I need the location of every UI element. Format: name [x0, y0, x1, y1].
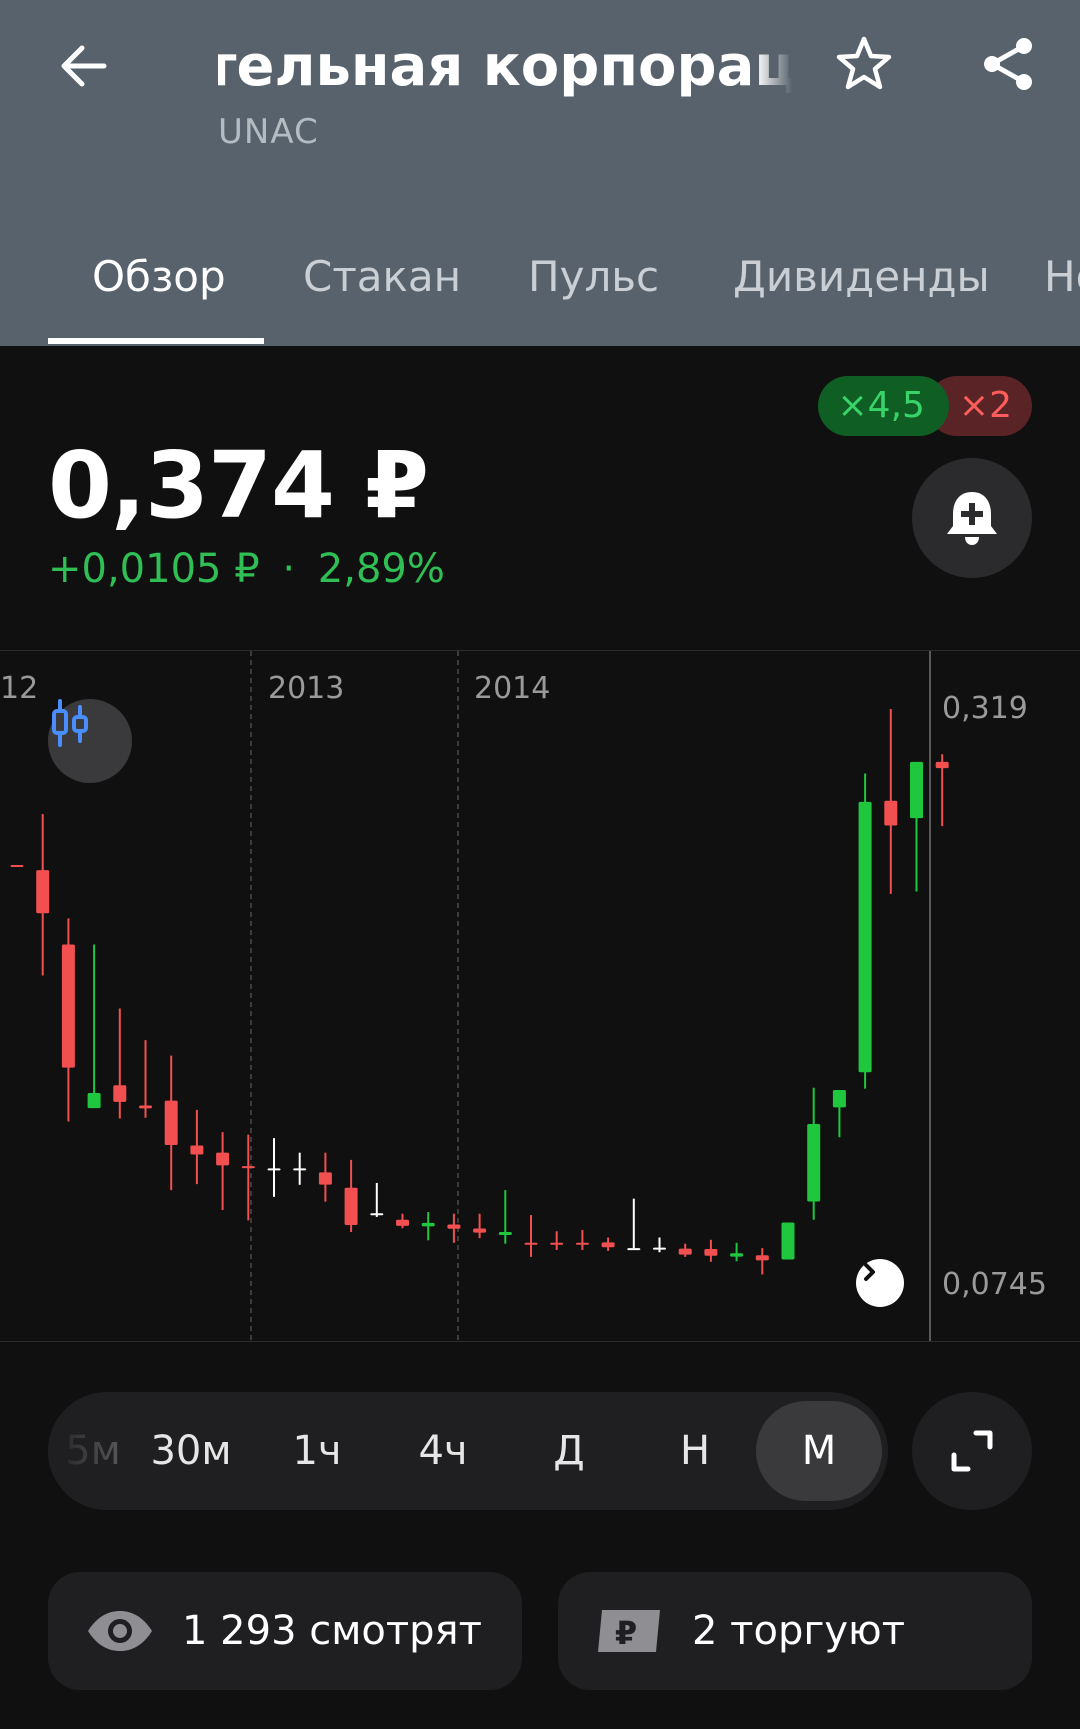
instrument-title-container: тельная корпорация	[218, 28, 792, 104]
candle-body	[781, 1222, 795, 1260]
instrument-title: тельная корпорация	[218, 34, 792, 99]
candle-body	[601, 1242, 615, 1248]
tab-overview[interactable]: Обзор	[92, 252, 226, 301]
candle-body	[858, 801, 872, 1073]
candle-body	[370, 1213, 384, 1216]
price-change-absolute: +0,0105 ₽	[48, 546, 260, 592]
candle-body	[190, 1145, 204, 1155]
candle-body	[678, 1248, 692, 1255]
candle-body	[807, 1124, 821, 1202]
interval-option[interactable]: 30м	[130, 1392, 252, 1510]
share-icon	[984, 38, 1032, 90]
candle-body	[216, 1152, 230, 1166]
interval-fade	[48, 1392, 128, 1510]
candle-body	[755, 1255, 769, 1261]
price-axis-min: 0,0745	[942, 1267, 1047, 1302]
candle-body	[935, 761, 949, 769]
favorite-button[interactable]	[828, 28, 900, 100]
watchers-card[interactable]: 1 293 смотрят	[48, 1572, 522, 1690]
candle-body	[550, 1242, 564, 1245]
tab-dividends[interactable]: Дивиденды	[733, 252, 990, 301]
candle-body	[267, 1168, 281, 1171]
tab-pulse[interactable]: Пульс	[528, 252, 659, 301]
candle-body	[344, 1187, 358, 1226]
traders-card[interactable]: ₽ 2 торгуют	[558, 1572, 1032, 1690]
add-price-alert-button[interactable]	[912, 458, 1032, 578]
candle-body	[87, 1093, 101, 1109]
x-axis-label: 12	[0, 671, 39, 706]
candle-body	[910, 761, 923, 819]
candle-body	[653, 1247, 666, 1250]
chevron-right-icon	[864, 1263, 875, 1281]
candle-body	[139, 1105, 152, 1109]
fullscreen-button[interactable]	[912, 1392, 1032, 1510]
candle-body	[524, 1242, 538, 1245]
instrument-ticker: UNAC	[218, 112, 319, 152]
x-axis-label: 2014	[474, 671, 551, 706]
app-header: тельная корпорация UNAC Обзор Стакан Пул…	[0, 0, 1080, 346]
title-fade	[756, 28, 792, 104]
back-button[interactable]	[48, 30, 120, 102]
price-chart[interactable]: 12 2013 2014 0,319 0,0745	[0, 650, 1080, 1342]
interval-selector: 5м 30м 1ч 4ч Д Н М	[48, 1392, 888, 1510]
interval-option[interactable]: Н	[634, 1392, 756, 1510]
candle-body	[61, 944, 75, 1068]
candle-body	[884, 800, 898, 826]
candle-body	[627, 1248, 641, 1251]
eye-icon	[88, 1611, 152, 1651]
candle-body	[36, 870, 50, 914]
interval-option[interactable]: 1ч	[256, 1392, 378, 1510]
watchers-count: 1 293 смотрят	[182, 1608, 482, 1654]
tab-order-book[interactable]: Стакан	[303, 252, 461, 301]
candle-body	[421, 1222, 435, 1227]
candle-body	[318, 1172, 332, 1185]
price-change: +0,0105 ₽ · 2,89%	[48, 546, 445, 592]
candle-body	[575, 1242, 589, 1245]
candle-body	[447, 1224, 461, 1229]
candle-body	[730, 1253, 744, 1257]
candle-body	[473, 1228, 487, 1233]
traders-count: 2 торгуют	[692, 1608, 905, 1654]
tab-news[interactable]: Но	[1044, 252, 1080, 301]
interval-option[interactable]: 4ч	[382, 1392, 504, 1510]
candlestick-icon	[52, 699, 88, 747]
svg-text:₽: ₽	[615, 1614, 637, 1652]
active-tab-indicator	[48, 338, 264, 344]
scroll-to-latest-button[interactable]	[856, 1259, 904, 1307]
x-axis-label: 2013	[268, 671, 345, 706]
star-outline-icon	[836, 36, 892, 90]
candle-body	[164, 1100, 178, 1146]
candle-body	[10, 864, 24, 867]
price-axis-max: 0,319	[942, 691, 1028, 726]
current-price: 0,374 ₽	[48, 432, 429, 539]
chart-type-button[interactable]	[48, 699, 132, 783]
leverage-long-badge[interactable]: ×4,5	[817, 376, 949, 436]
candle-body	[113, 1085, 127, 1102]
leverage-badges[interactable]: ×4,5 ×2	[817, 376, 1032, 436]
share-button[interactable]	[972, 28, 1044, 100]
candlestick-chart[interactable]	[0, 651, 1080, 1341]
arrow-left-icon	[61, 45, 107, 87]
candle-body	[832, 1090, 846, 1108]
candle-body	[293, 1168, 307, 1171]
bell-plus-icon	[947, 492, 997, 545]
price-change-percent: 2,89%	[317, 546, 445, 592]
ruble-card-icon: ₽	[598, 1610, 660, 1652]
interval-option-selected[interactable]: М	[756, 1401, 882, 1501]
tab-bar: Обзор Стакан Пульс Дивиденды Но	[0, 230, 1080, 346]
candle-body	[704, 1249, 718, 1256]
price-change-separator: ·	[282, 546, 296, 592]
expand-icon	[951, 1430, 993, 1472]
candle-body	[498, 1231, 512, 1235]
candle-body	[396, 1219, 409, 1226]
candle-body	[241, 1166, 255, 1169]
interval-option[interactable]: Д	[508, 1392, 630, 1510]
